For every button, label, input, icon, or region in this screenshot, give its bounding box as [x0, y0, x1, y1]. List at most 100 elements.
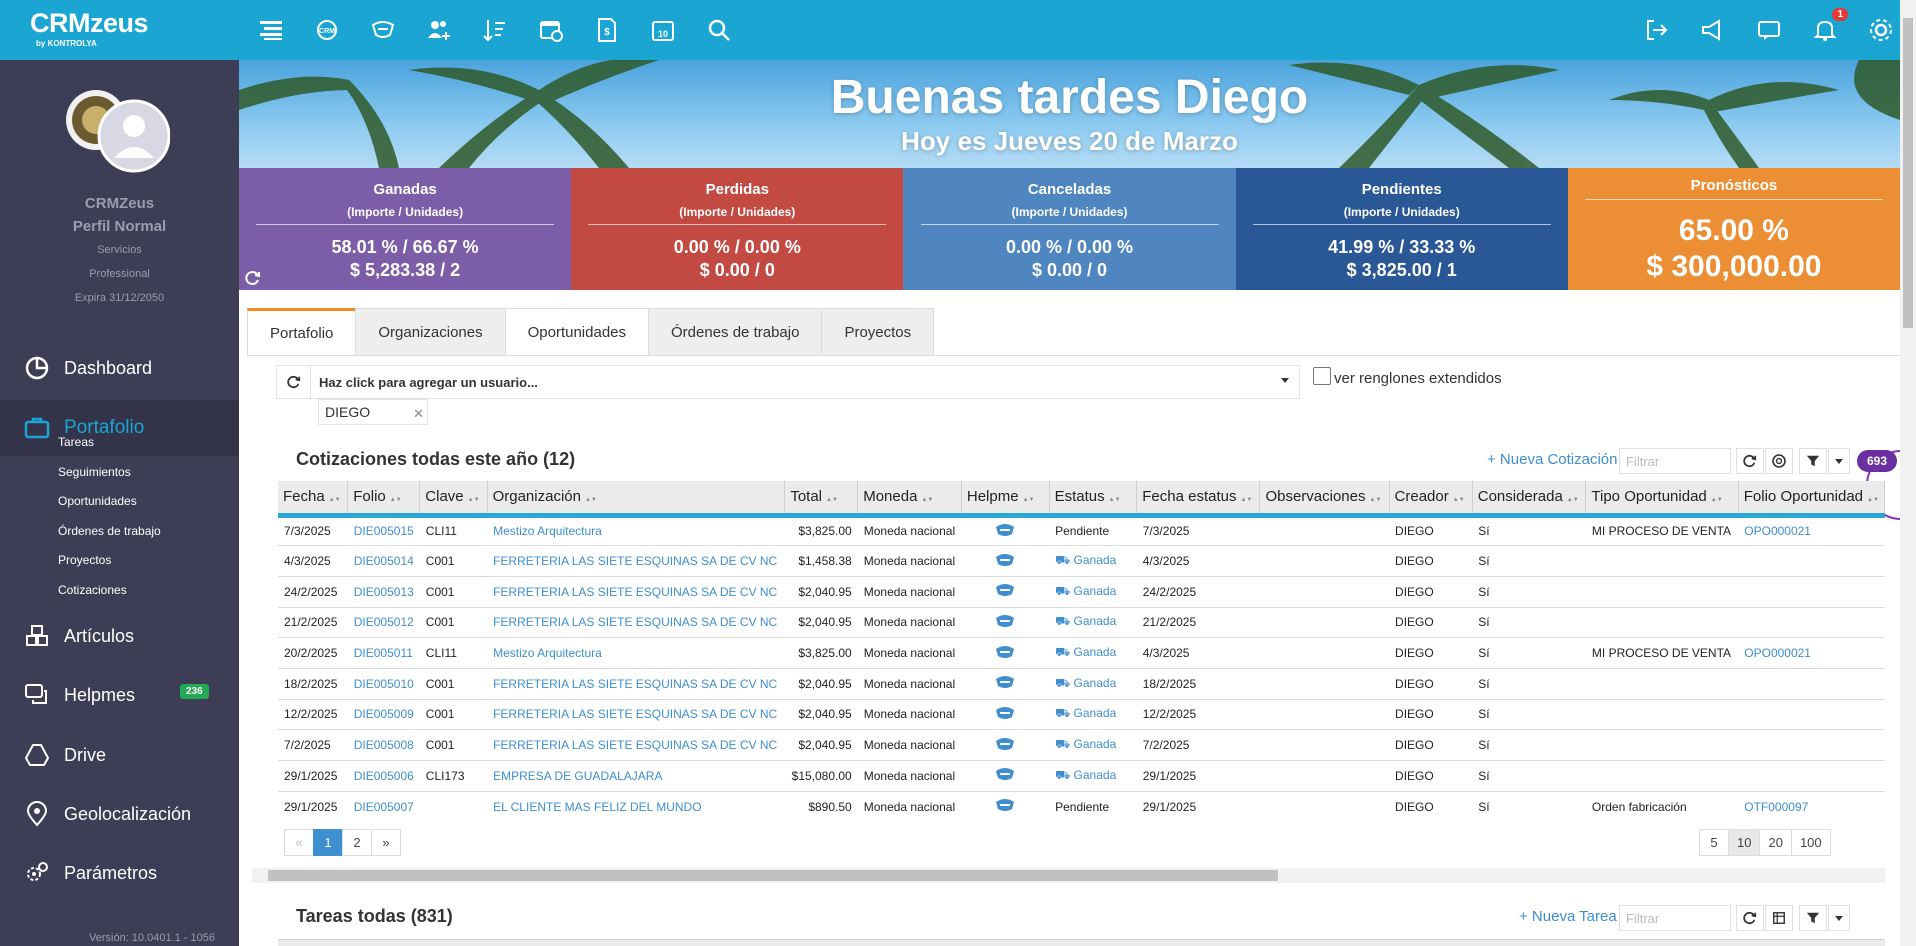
helpme-icon[interactable]: [994, 613, 1016, 629]
helpme-icon[interactable]: [364, 12, 402, 48]
close-icon[interactable]: ✕: [413, 406, 424, 422]
sidebar-item-dashboard[interactable]: Dashboard: [0, 340, 239, 396]
column-header[interactable]: Tipo Oportunidad ▲▼: [1585, 481, 1739, 518]
quotes-more-button[interactable]: [1828, 448, 1850, 474]
tab-oportunidades[interactable]: Oportunidades: [504, 308, 650, 356]
column-header[interactable]: Fecha ▲▼: [278, 481, 349, 518]
sidebar-subitem-ordenes[interactable]: Órdenes de trabajo: [58, 524, 161, 538]
table-row[interactable]: 29/1/2025 DIE005006 CLI173 EMPRESA DE GUADA…: [278, 760, 1885, 792]
tasks-more-button[interactable]: [1828, 905, 1850, 931]
sidebar-item-drive[interactable]: Drive: [0, 727, 239, 783]
megaphone-icon[interactable]: [1694, 12, 1732, 48]
helpme-icon[interactable]: [994, 674, 1016, 690]
quotes-refresh-button[interactable]: [1736, 448, 1764, 474]
column-header[interactable]: Folio Oportunidad ▲▼: [1738, 481, 1885, 518]
folio-link[interactable]: DIE005007: [354, 800, 414, 811]
stat-ganadas[interactable]: Ganadas (Importe / Unidades) 58.01 % / 6…: [239, 168, 572, 290]
sidebar-subitem-tareas[interactable]: Tareas: [58, 435, 94, 449]
status-link[interactable]: Ganada: [1074, 645, 1117, 659]
bell-icon[interactable]: 1: [1806, 8, 1848, 48]
table-row[interactable]: 4/3/2025 DIE005014 C001 FERRETERIA LAS SIET…: [278, 545, 1885, 577]
sidebar-subitem-cotizaciones[interactable]: Cotizaciones: [58, 583, 127, 597]
page-size-5[interactable]: 5: [1699, 829, 1729, 856]
logout-icon[interactable]: [1638, 12, 1676, 48]
new-quote-link[interactable]: + Nueva Cotización: [1487, 451, 1618, 468]
status-link[interactable]: Ganada: [1074, 584, 1117, 598]
sidebar-item-portafolio[interactable]: Portafolio: [0, 400, 239, 456]
folio-link[interactable]: DIE005010: [354, 677, 414, 691]
scrollbar-thumb[interactable]: [1903, 18, 1913, 328]
folio-link[interactable]: DIE005009: [354, 707, 414, 721]
sidebar-item-geolocalizacion[interactable]: Geolocalización: [0, 786, 239, 842]
tasks-export-button[interactable]: [1765, 905, 1793, 931]
sort-icon[interactable]: [476, 12, 514, 48]
column-header[interactable]: Total ▲▼: [784, 481, 859, 518]
page-size-20[interactable]: 20: [1759, 829, 1792, 856]
opportunity-link[interactable]: OTF000097: [1744, 800, 1808, 811]
settings-icon[interactable]: [1862, 12, 1900, 48]
table-row[interactable]: 20/2/2025 DIE005011 CLI11 Mestizo Arquitect…: [278, 637, 1885, 669]
sidebar-subitem-oportunidades[interactable]: Oportunidades: [58, 494, 137, 508]
tab-proyectos[interactable]: Proyectos: [821, 308, 935, 356]
table-row[interactable]: 24/2/2025 DIE005013 C001 FERRETERIA LAS SIE…: [278, 576, 1885, 608]
sort-icon[interactable]: ▲▼: [1240, 497, 1252, 503]
organization-link[interactable]: Mestizo Arquitectura: [493, 524, 602, 538]
column-header[interactable]: Organización ▲▼: [487, 481, 786, 518]
organization-link[interactable]: FERRETERIA LAS SIETE ESQUINAS SA DE CV N…: [493, 707, 777, 721]
sort-icon[interactable]: ▲▼: [1867, 497, 1879, 503]
sidebar-subitem-seguimientos[interactable]: Seguimientos: [58, 465, 131, 479]
column-header[interactable]: Moneda ▲▼: [857, 481, 962, 518]
table-row[interactable]: 7/3/2025 DIE005015 CLI11 Mestizo Arquitectu…: [278, 515, 1885, 547]
pagination-prev[interactable]: «: [284, 829, 314, 856]
sort-icon[interactable]: ▲▼: [468, 497, 480, 503]
column-header[interactable]: Fecha estatus ▲▼: [1136, 481, 1261, 518]
chevron-down-icon[interactable]: [1281, 378, 1289, 383]
stat-pendientes[interactable]: Pendientes (Importe / Unidades) 41.99 % …: [1235, 168, 1568, 290]
organization-link[interactable]: FERRETERIA LAS SIETE ESQUINAS SA DE CV N…: [493, 738, 777, 752]
new-task-link[interactable]: + Nueva Tarea: [1519, 908, 1617, 925]
sort-icon[interactable]: ▲▼: [585, 497, 597, 503]
organization-link[interactable]: Mestizo Arquitectura: [493, 646, 602, 660]
chat-icon[interactable]: [1750, 12, 1788, 48]
refresh-icon[interactable]: [245, 270, 261, 286]
folio-link[interactable]: DIE005011: [354, 646, 413, 660]
sidebar-subitem-proyectos[interactable]: Proyectos: [58, 553, 111, 567]
helpme-icon[interactable]: [994, 766, 1016, 782]
menu-icon[interactable]: [252, 12, 290, 48]
organization-link[interactable]: FERRETERIA LAS SIETE ESQUINAS SA DE CV N…: [493, 585, 777, 599]
quotes-filter-button[interactable]: [1799, 448, 1827, 474]
horizontal-scrollbar[interactable]: [252, 868, 1885, 883]
organization-link[interactable]: EMPRESA DE GUADALAJARA: [493, 769, 662, 783]
helpme-icon[interactable]: [994, 644, 1016, 660]
sort-icon[interactable]: ▲▼: [1023, 497, 1035, 503]
helpme-icon[interactable]: [994, 797, 1016, 811]
helpme-icon[interactable]: [994, 736, 1016, 752]
sidebar-item-parametros[interactable]: Parámetros: [0, 845, 239, 901]
sort-icon[interactable]: ▲▼: [1711, 497, 1723, 503]
helpme-icon[interactable]: [994, 705, 1016, 721]
table-row[interactable]: 18/2/2025 DIE005010 C001 FERRETERIA LAS SIE…: [278, 668, 1885, 700]
calendar-10-icon[interactable]: 10: [644, 12, 682, 48]
helpme-icon[interactable]: [994, 522, 1016, 538]
assistant-count-badge[interactable]: 693: [1857, 450, 1897, 472]
table-row[interactable]: 29/1/2025 DIE005007 EL CLIENTE MAS FELIZ D…: [278, 791, 1885, 811]
stat-canceladas[interactable]: Canceladas (Importe / Unidades) 0.00 % /…: [903, 168, 1236, 290]
folio-link[interactable]: DIE005006: [354, 769, 414, 783]
invoice-icon[interactable]: $: [588, 12, 626, 48]
opportunity-link[interactable]: OPO000021: [1744, 646, 1811, 660]
tab-organizaciones[interactable]: Organizaciones: [355, 308, 506, 356]
organization-link[interactable]: EL CLIENTE MAS FELIZ DEL MUNDO: [493, 800, 701, 811]
stat-pronosticos[interactable]: Pronósticos 65.00 % $ 300,000.00: [1567, 168, 1901, 290]
extended-rows-checkbox[interactable]: [1313, 367, 1331, 385]
sidebar-item-articulos[interactable]: Artículos: [0, 608, 239, 664]
tab-ordenes[interactable]: Órdenes de trabajo: [648, 308, 823, 356]
sort-icon[interactable]: ▲▼: [390, 497, 402, 503]
status-link[interactable]: Ganada: [1074, 553, 1117, 567]
organization-link[interactable]: FERRETERIA LAS SIETE ESQUINAS SA DE CV N…: [493, 615, 777, 629]
tasks-filter-input[interactable]: Filtrar: [1619, 905, 1731, 931]
table-row[interactable]: 12/2/2025 DIE005009 C001 FERRETERIA LAS SIE…: [278, 699, 1885, 731]
sort-icon[interactable]: ▲▼: [1370, 497, 1382, 503]
sort-icon[interactable]: ▲▼: [1567, 497, 1579, 503]
quotes-ai-button[interactable]: [1765, 448, 1793, 474]
pagination-page-2[interactable]: 2: [342, 829, 372, 856]
